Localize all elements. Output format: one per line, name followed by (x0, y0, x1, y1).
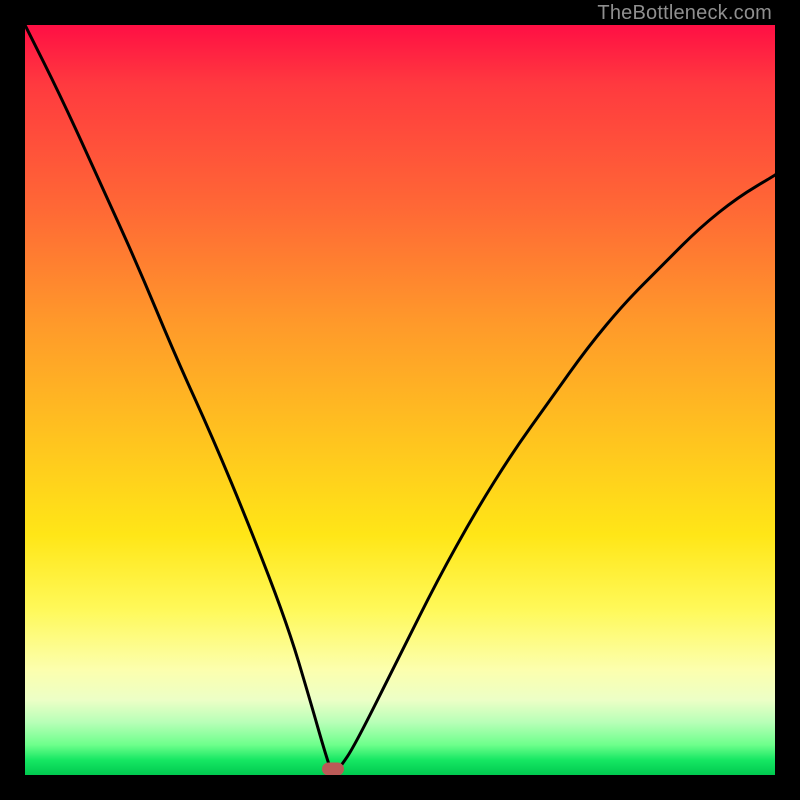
curve-path (25, 25, 775, 772)
watermark-text: TheBottleneck.com (597, 2, 772, 25)
plot-area (25, 25, 775, 775)
bottleneck-curve (25, 25, 775, 775)
chart-frame: TheBottleneck.com (0, 0, 800, 800)
